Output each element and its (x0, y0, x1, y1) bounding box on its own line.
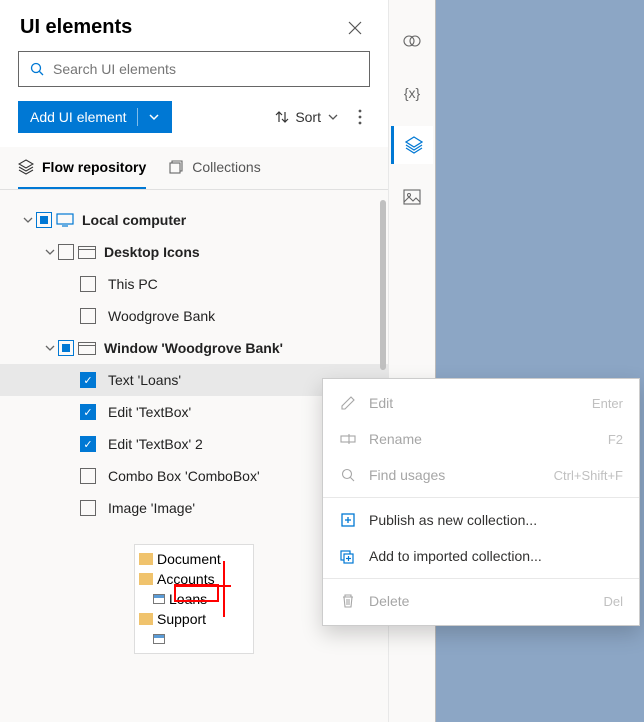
checkbox[interactable] (80, 500, 96, 516)
ctx-find-usages: Find usages Ctrl+Shift+F (323, 457, 639, 493)
ctx-edit: Edit Enter (323, 385, 639, 421)
plus-square-icon (339, 512, 357, 528)
braces-icon: {x} (404, 85, 420, 101)
node-label: Window 'Woodgrove Bank' (104, 340, 378, 356)
more-button[interactable] (350, 105, 370, 129)
collections-icon (168, 159, 184, 175)
tab-label: Collections (192, 159, 260, 175)
ctx-label: Find usages (369, 467, 445, 483)
sort-button[interactable]: Sort (269, 105, 345, 129)
chevron-down-icon[interactable] (42, 247, 58, 257)
checkbox[interactable] (58, 340, 74, 356)
node-label: This PC (108, 276, 378, 292)
window-icon (78, 245, 96, 259)
edit-icon (339, 395, 357, 411)
checkbox[interactable] (80, 276, 96, 292)
node-label: Local computer (82, 212, 378, 228)
ctx-label: Publish as new collection... (369, 512, 537, 528)
ctx-label: Delete (369, 593, 409, 609)
search-input-wrapper[interactable] (18, 51, 370, 87)
context-separator (323, 578, 639, 579)
ctx-publish-collection[interactable]: Publish as new collection... (323, 502, 639, 538)
add-ui-element-button[interactable]: Add UI element (18, 101, 172, 133)
checkbox[interactable]: ✓ (80, 436, 96, 452)
sort-label: Sort (295, 109, 321, 125)
tree-node-window[interactable]: Window 'Woodgrove Bank' (0, 332, 388, 364)
copilot-icon (402, 31, 422, 51)
tree-node-desktop[interactable]: Desktop Icons (0, 236, 388, 268)
context-menu: Edit Enter Rename F2 Find usages Ctrl+Sh… (322, 378, 640, 626)
tree-leaf[interactable]: This PC (0, 268, 388, 300)
tree-node-root[interactable]: Local computer (0, 204, 388, 236)
ctx-shortcut: Del (603, 594, 623, 609)
image-icon (403, 189, 421, 205)
chevron-down-icon[interactable] (42, 343, 58, 353)
checkbox[interactable] (80, 308, 96, 324)
checkbox[interactable]: ✓ (80, 404, 96, 420)
monitor-icon (56, 213, 74, 227)
rail-ui-elements[interactable] (391, 126, 433, 164)
chevron-down-icon (148, 111, 160, 123)
node-label: Desktop Icons (104, 244, 378, 260)
ctx-add-imported[interactable]: Add to imported collection... (323, 538, 639, 574)
tree-leaf[interactable]: Woodgrove Bank (0, 300, 388, 332)
layers-icon (18, 159, 34, 175)
ctx-shortcut: F2 (608, 432, 623, 447)
checkbox[interactable] (36, 212, 52, 228)
chevron-down-icon (327, 111, 339, 123)
chevron-down-icon[interactable] (20, 215, 36, 225)
add-ui-element-label: Add UI element (30, 109, 127, 125)
checkbox[interactable] (58, 244, 74, 260)
window-icon (78, 341, 96, 355)
trash-icon (339, 593, 357, 609)
add-collection-icon (339, 548, 357, 564)
rename-icon (339, 431, 357, 447)
layers-icon (405, 136, 423, 154)
button-divider (137, 108, 138, 126)
more-vertical-icon (358, 109, 362, 125)
rail-variables[interactable]: {x} (391, 74, 433, 112)
ctx-shortcut: Enter (592, 396, 623, 411)
rail-copilot[interactable] (391, 22, 433, 60)
tab-flow-repository[interactable]: Flow repository (18, 147, 146, 189)
ctx-label: Add to imported collection... (369, 548, 542, 564)
element-thumbnail: Document Accounts Loans Support (134, 544, 254, 654)
close-button[interactable] (340, 17, 370, 39)
context-separator (323, 497, 639, 498)
sort-icon (275, 110, 289, 124)
search-icon (339, 467, 357, 483)
ctx-label: Edit (369, 395, 393, 411)
page-title: UI elements (20, 16, 132, 39)
node-label: Woodgrove Bank (108, 308, 378, 324)
checkbox[interactable]: ✓ (80, 372, 96, 388)
ctx-delete: Delete Del (323, 583, 639, 619)
search-icon (29, 61, 45, 77)
checkbox[interactable] (80, 468, 96, 484)
rail-images[interactable] (391, 178, 433, 216)
tab-label: Flow repository (42, 159, 146, 175)
ctx-rename: Rename F2 (323, 421, 639, 457)
ctx-label: Rename (369, 431, 422, 447)
scrollbar-thumb[interactable] (380, 200, 386, 370)
tab-collections[interactable]: Collections (168, 147, 260, 189)
search-input[interactable] (53, 61, 359, 77)
ctx-shortcut: Ctrl+Shift+F (554, 468, 623, 483)
